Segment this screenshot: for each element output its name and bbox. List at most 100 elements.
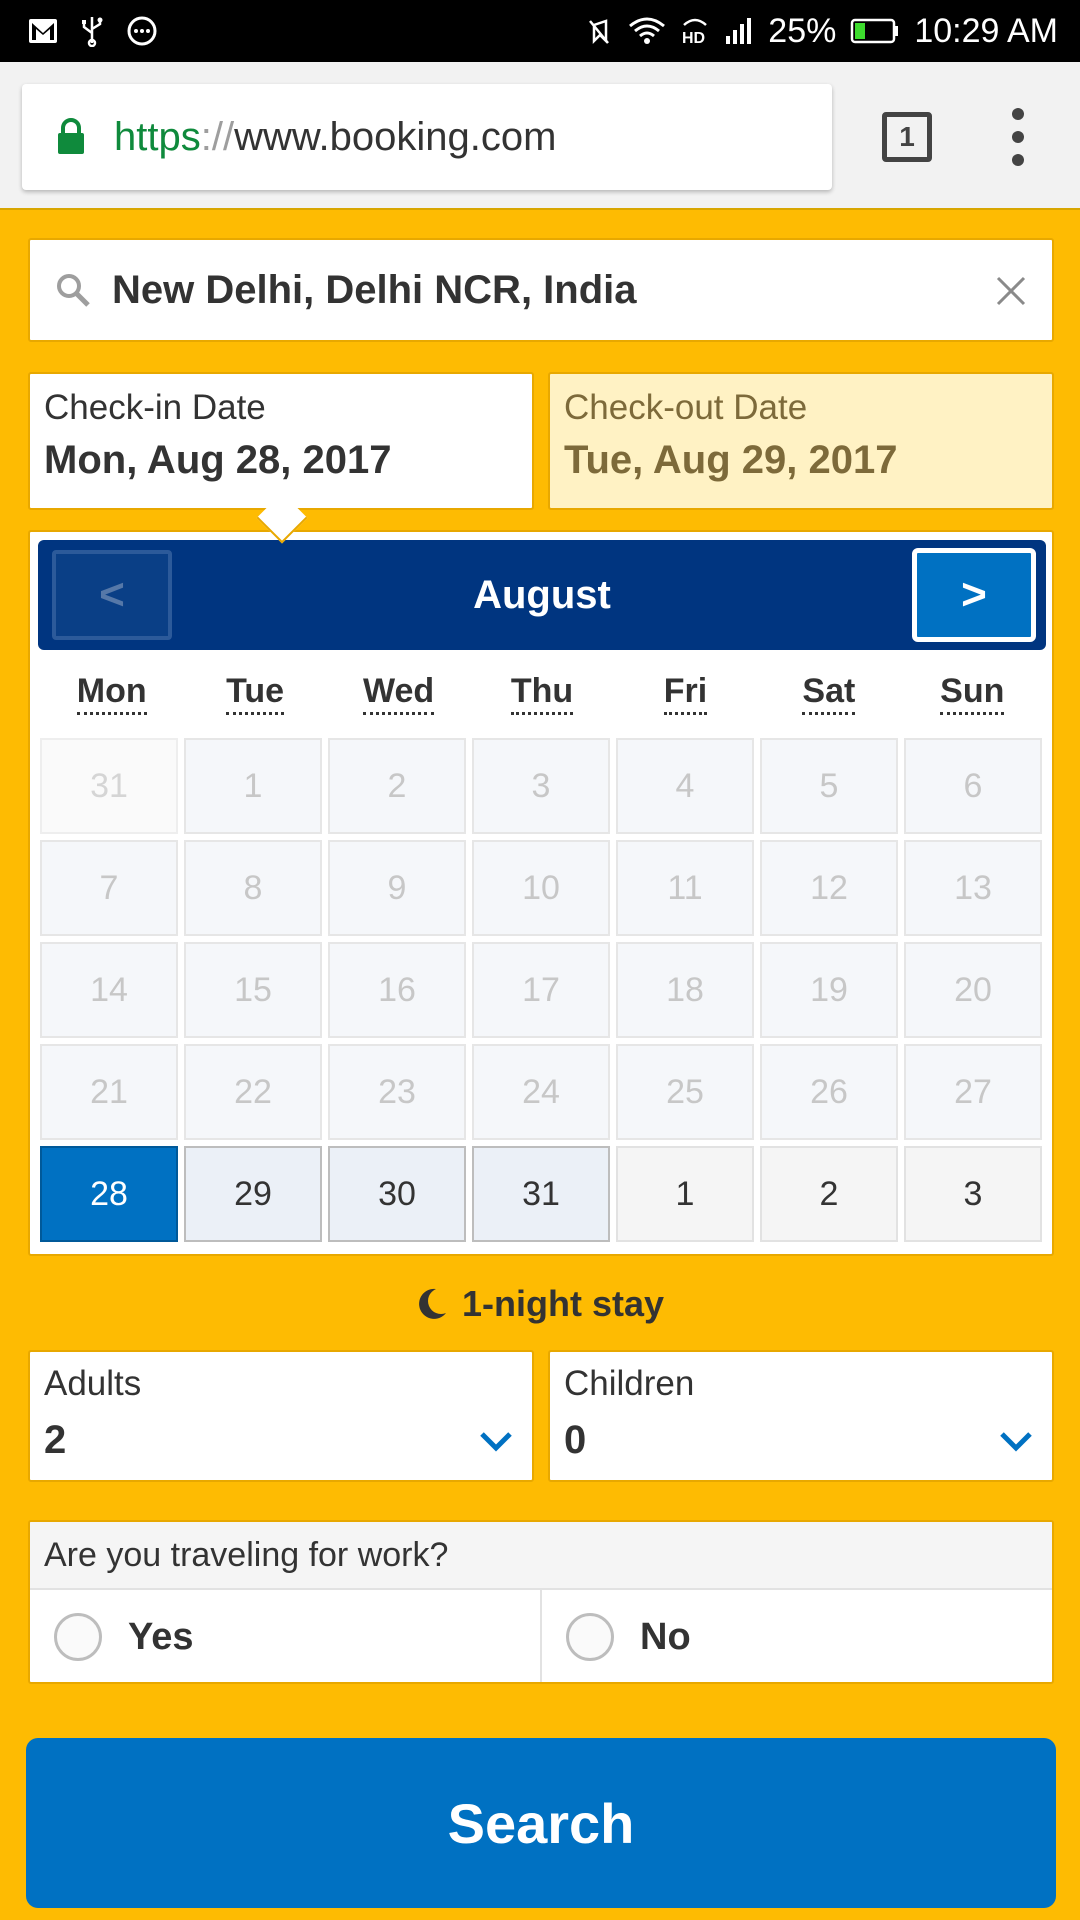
url-host: www.booking.com [234, 114, 557, 159]
calendar-day[interactable]: 1 [616, 1146, 754, 1242]
svg-text:HD: HD [682, 30, 705, 47]
checkin-label: Check-in Date [44, 388, 266, 427]
yes-radio[interactable] [54, 1613, 102, 1661]
overflow-menu-icon[interactable] [1000, 104, 1036, 170]
calendar-day: 27 [904, 1044, 1042, 1140]
calendar-day: 3 [472, 738, 610, 834]
battery-icon [850, 17, 900, 45]
weekday-tue: Tue [183, 672, 326, 722]
checkout-label: Check-out Date [564, 388, 808, 427]
calendar-day: 26 [760, 1044, 898, 1140]
children-label: Children [564, 1364, 695, 1403]
calendar-day: 21 [40, 1044, 178, 1140]
stay-length: 1-night stay [0, 1276, 1080, 1332]
gmail-icon [28, 18, 58, 44]
calendar-day: 24 [472, 1044, 610, 1140]
adults-value: 2 [44, 1418, 67, 1462]
calendar-month-title: August [473, 572, 611, 617]
no-radio[interactable] [566, 1613, 614, 1661]
calendar-day: 25 [616, 1044, 754, 1140]
weekday-label: Tue [226, 672, 285, 715]
menu-dot [1012, 154, 1024, 166]
weekday-label: Fri [663, 672, 708, 715]
battery-percent: 25% [768, 11, 837, 50]
checkin-date-field[interactable]: Check-in Date Mon, Aug 28, 2017 [28, 372, 534, 510]
destination-value: New Delhi, Delhi NCR, India [112, 267, 637, 312]
mute-icon [584, 15, 614, 47]
tab-switcher-button[interactable]: 1 [882, 112, 932, 162]
adults-select[interactable]: Adults 2 [28, 1350, 534, 1482]
work-travel-question: Are you traveling for work? Yes No [28, 1520, 1054, 1684]
moon-icon [416, 1287, 448, 1321]
calendar-day: 14 [40, 942, 178, 1038]
weekday-label: Thu [510, 672, 574, 715]
calendar-day[interactable]: 31 [472, 1146, 610, 1242]
calendar-day: 9 [328, 840, 466, 936]
search-button[interactable]: Search [26, 1738, 1056, 1908]
usb-icon [80, 15, 104, 47]
calendar-day: 8 [184, 840, 322, 936]
weekday-fri: Fri [614, 672, 757, 722]
weekday-label: Sat [802, 672, 856, 715]
calendar-day: 1 [184, 738, 322, 834]
children-select[interactable]: Children 0 [548, 1350, 1054, 1482]
lock-icon [56, 118, 86, 156]
calendar-day[interactable]: 30 [328, 1146, 466, 1242]
calendar-day[interactable]: 2 [760, 1146, 898, 1242]
calendar-day: 7 [40, 840, 178, 936]
menu-dot [1012, 108, 1024, 120]
weekday-wed: Wed [327, 672, 470, 722]
calendar-day[interactable]: 28 [40, 1146, 178, 1242]
weekday-label: Mon [76, 672, 147, 715]
calendar-day: 20 [904, 942, 1042, 1038]
status-bar-left [28, 15, 158, 47]
checkout-date-field[interactable]: Check-out Date Tue, Aug 29, 2017 [548, 372, 1054, 510]
signal-icon [724, 16, 754, 46]
url-separator: :// [200, 114, 235, 159]
calendar-day: 23 [328, 1044, 466, 1140]
calendar-day: 17 [472, 942, 610, 1038]
weekday-label: Wed [362, 672, 435, 715]
status-bar: HD 25% 10:29 AM [0, 0, 1080, 62]
address-bar[interactable]: https://www.booking.com [22, 84, 832, 190]
work-yes-option[interactable]: Yes [30, 1590, 540, 1682]
menu-dot [1012, 131, 1024, 143]
weekday-sat: Sat [757, 672, 900, 722]
calendar-day[interactable]: 29 [184, 1146, 322, 1242]
calendar-day: 31 [40, 738, 178, 834]
checkout-value: Tue, Aug 29, 2017 [564, 438, 898, 482]
calendar-day: 2 [328, 738, 466, 834]
children-value: 0 [564, 1418, 587, 1462]
no-label: No [640, 1615, 691, 1658]
browser-toolbar: https://www.booking.com 1 [0, 62, 1080, 210]
adults-label: Adults [44, 1364, 142, 1403]
chevron-down-icon [478, 1429, 514, 1458]
calendar-day: 4 [616, 738, 754, 834]
calendar-day: 19 [760, 942, 898, 1038]
url-scheme: https [114, 114, 201, 159]
prev-month-button[interactable]: < [52, 550, 172, 640]
next-month-button[interactable]: > [912, 548, 1036, 642]
calendar-day: 15 [184, 942, 322, 1038]
calendar-day: 6 [904, 738, 1042, 834]
weekday-thu: Thu [470, 672, 613, 722]
calendar-day: 11 [616, 840, 754, 936]
calendar-day: 10 [472, 840, 610, 936]
yes-label: Yes [128, 1615, 194, 1658]
work-no-option[interactable]: No [540, 1590, 1052, 1682]
weekday-label: Sun [940, 672, 1005, 715]
destination-input[interactable]: New Delhi, Delhi NCR, India [28, 238, 1054, 342]
weekday-mon: Mon [40, 672, 183, 722]
url-text: https://www.booking.com [114, 115, 556, 160]
status-bar-right: HD 25% 10:29 AM [584, 12, 1058, 51]
clear-icon[interactable] [986, 266, 1036, 316]
calendar: August < > Mon Tue Wed Thu Fri Sat Sun 3… [28, 530, 1054, 1256]
wifi-icon [628, 16, 666, 46]
checkin-value: Mon, Aug 28, 2017 [44, 438, 392, 482]
work-travel-label: Are you traveling for work? [30, 1522, 1052, 1590]
work-travel-options: Yes No [30, 1590, 1052, 1682]
calendar-day[interactable]: 3 [904, 1146, 1042, 1242]
weekday-row: Mon Tue Wed Thu Fri Sat Sun [40, 672, 1044, 722]
chevron-down-icon [998, 1429, 1034, 1458]
calendar-days-grid: 31 1 2 3 4 5 6 7 8 9 10 11 12 13 14 15 16 17 18 19 20 21 22 23 2… [40, 738, 1044, 1242]
